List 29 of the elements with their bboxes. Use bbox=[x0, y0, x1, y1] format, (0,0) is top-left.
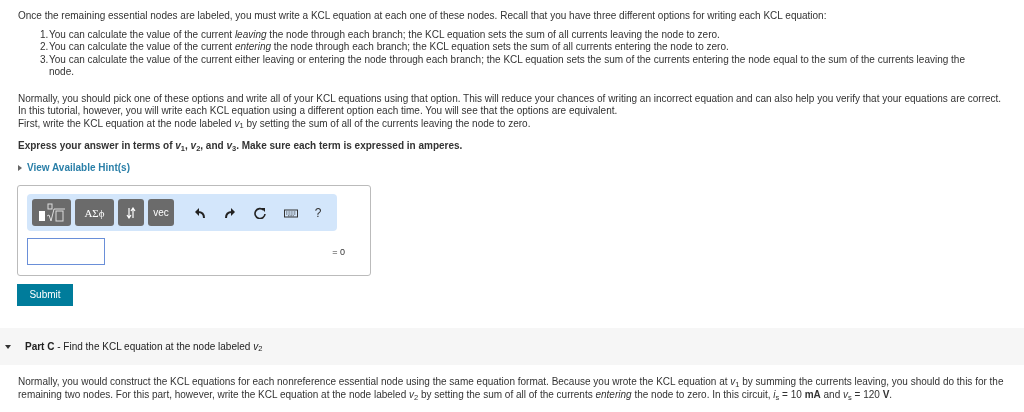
intro-text: Once the remaining essential nodes are labeled, you must write a KCL equation at each one of these nodes. Recall that you have three different options for writing each KCL equation: bbox=[18, 10, 828, 23]
list-number: 1. bbox=[40, 28, 49, 41]
option-text: You can calculate the value of the current leaving the node through each branch; the KCL equation sets the sum of all currents leaving the node to zero. bbox=[49, 28, 721, 41]
template-button[interactable] bbox=[32, 199, 71, 227]
redo-icon bbox=[224, 206, 238, 219]
reset-icon bbox=[254, 206, 268, 219]
help-button[interactable]: ? bbox=[308, 199, 328, 227]
list-number: 2. bbox=[40, 41, 49, 54]
subscript-button[interactable] bbox=[118, 199, 144, 227]
symbols-button[interactable]: ΑΣϕ bbox=[75, 199, 114, 227]
undo-icon bbox=[194, 206, 208, 219]
part-text: Normally, you would construct the KCL equations for each nonreference essential node using the same equation format. Because you wrote the KCL equation at v$_{1}$ by summing the currents leaving, you should do this for the remaining two nodes. For this part, however, write the KCL equation at the node labeled v$_{2}$ by setting the sum of all of the currents entering the node to zero. In this circuit, i$_{s}$ = 10 mA and v$_{s}$ = 120 V. bbox=[17, 376, 1005, 402]
submit-button[interactable]: Submit bbox=[17, 284, 73, 307]
list-number: 3. bbox=[40, 53, 49, 67]
instruction-text: First, write the KCL equation at the node labeled v$_{1}$ by setting the sum of all of the currents leaving the node to zero. bbox=[18, 117, 532, 130]
prompt-text: Express your answer in terms of v$_{1}$, v$_{2}$, and v$_{3}$. Make sure each term is expressed in amperes. bbox=[18, 140, 464, 153]
answer-field[interactable] bbox=[27, 238, 105, 266]
vector-button[interactable]: vec bbox=[148, 199, 174, 227]
part-title: - Find the KCL equation at the node labeled v$_{2}$ bbox=[56, 340, 263, 353]
part-label: Part C bbox=[25, 340, 55, 353]
paragraph-text: Normally, you should pick one of these options and write all of your KCL equations using that option. This will reduce your chances of writing an incorrect equation and can also help you verify that your equations are correct. In this tutorial, however, you will write each KCL equation using a different option each time. You will see that the options are equivalent. bbox=[18, 92, 1003, 118]
part-header[interactable]: Part C - Find the KCL equation at the node labeled v$_{2}$ bbox=[0, 328, 1024, 366]
option-text: You can calculate the value of the current entering the node through each branch; the KCL equation sets the sum of all currents entering the node to zero. bbox=[49, 41, 730, 54]
hint-link[interactable]: View Available Hint(s) bbox=[18, 161, 130, 174]
root-template-icon bbox=[36, 202, 67, 223]
keyboard-icon bbox=[284, 206, 298, 219]
up-down-arrows-icon bbox=[126, 206, 136, 219]
option-text: You can calculate the value of the current either leaving or entering the node through each branch; the KCL equation sets the sum of the currents entering the node equal to the sum of the currents leaving the node. bbox=[49, 53, 966, 79]
equals-zero-text: = 0 bbox=[332, 245, 345, 258]
